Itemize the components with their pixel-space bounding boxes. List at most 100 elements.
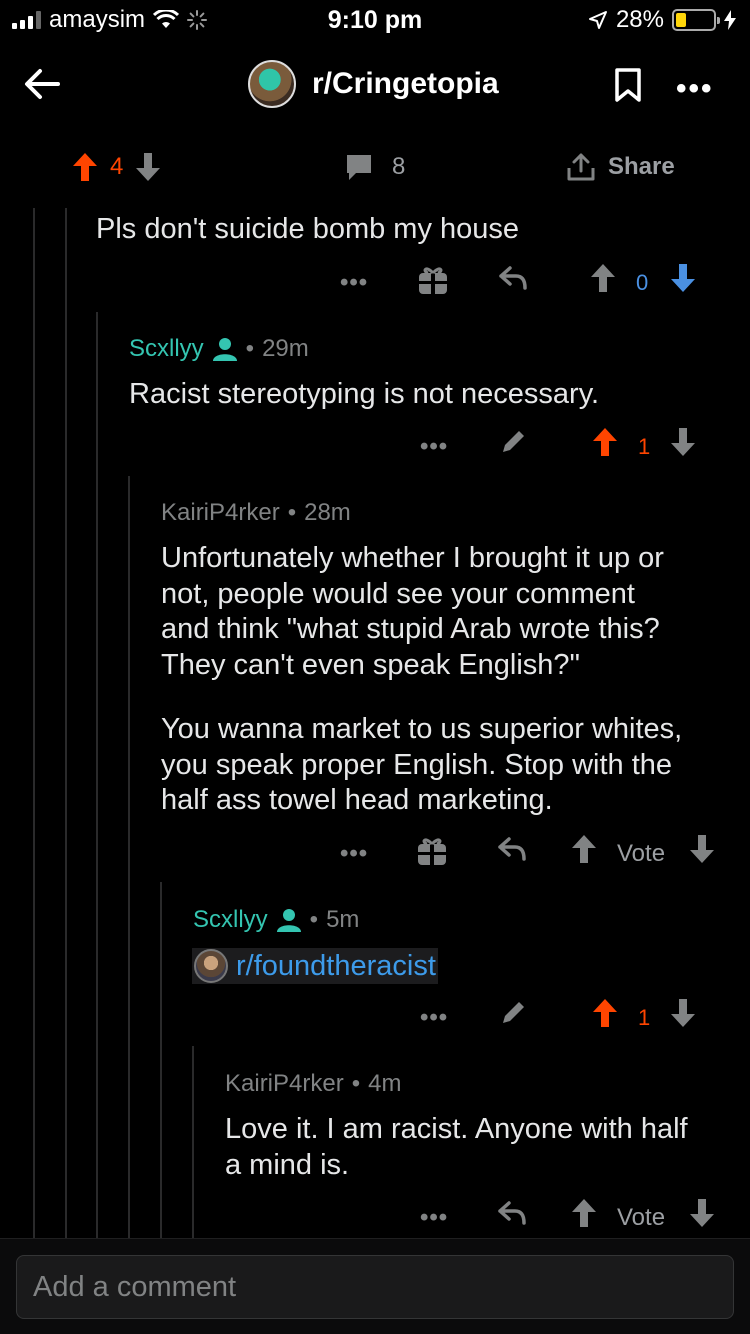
- comment-line: and think "what stupid Arab wrote this?: [161, 613, 660, 645]
- vote-label: Vote: [617, 1204, 666, 1231]
- comment-line: not, people would see your comment: [161, 577, 635, 610]
- meta-separator: •: [351, 1070, 361, 1097]
- meta-separator: •: [287, 499, 297, 526]
- reply-icon[interactable]: [498, 263, 528, 293]
- upvote-arrow-icon[interactable]: [72, 152, 98, 182]
- reply-icon[interactable]: [497, 1198, 527, 1228]
- gift-icon[interactable]: [417, 834, 447, 866]
- status-right: 28%: [588, 6, 736, 34]
- share-button[interactable]: Share: [566, 152, 675, 182]
- charging-bolt-icon: [724, 10, 736, 30]
- more-dots-icon[interactable]: •••: [420, 1004, 448, 1032]
- post-vote-group: 4: [72, 152, 161, 182]
- subreddit-name[interactable]: r/Cringetopia: [312, 67, 499, 101]
- comment-time: 5m: [326, 906, 360, 933]
- subreddit-link[interactable]: r/foundtheracist: [192, 948, 438, 984]
- more-dots-icon[interactable]: •••: [420, 1204, 448, 1232]
- comment-body: Unfortunately whether I brought it up or…: [161, 541, 664, 683]
- comment-actions: ••• Vote: [420, 1198, 720, 1238]
- comment-time: 4m: [368, 1070, 402, 1097]
- back-arrow-icon[interactable]: [20, 62, 64, 106]
- comment-author[interactable]: KairiP4rker: [161, 499, 280, 527]
- top-nav-bar: r/Cringetopia •••: [0, 50, 750, 120]
- post-action-bar: 4 8 Share: [0, 140, 750, 196]
- downvote-arrow-icon[interactable]: [670, 427, 696, 457]
- comment-line: You wanna market to us superior whites,: [161, 713, 683, 745]
- comment-meta: Scxllyy • 29m: [129, 335, 309, 363]
- gift-icon[interactable]: [418, 263, 448, 295]
- comment-meta: KairiP4rker • 4m: [225, 1070, 401, 1098]
- battery-icon: [672, 9, 720, 31]
- share-label: Share: [608, 153, 675, 180]
- add-comment-input[interactable]: [16, 1255, 734, 1319]
- subreddit-link-text[interactable]: r/foundtheracist: [236, 950, 436, 983]
- op-person-icon: [212, 338, 237, 361]
- comment-score: 0: [636, 270, 649, 295]
- post-score: 4: [110, 153, 124, 180]
- comment-actions: ••• 1: [420, 427, 710, 467]
- comment-score: 1: [638, 1005, 651, 1030]
- location-arrow-icon: [588, 11, 607, 29]
- thread-line: [128, 476, 130, 1238]
- thread-line: [96, 312, 98, 1238]
- more-dots-icon[interactable]: •••: [420, 433, 448, 461]
- meta-separator: •: [245, 335, 255, 362]
- comment-meta: KairiP4rker • 28m: [161, 499, 351, 527]
- thread-line: [33, 208, 35, 1238]
- upvote-arrow-icon[interactable]: [592, 998, 618, 1028]
- comment-line: a mind is.: [225, 1148, 350, 1181]
- subreddit-avatar[interactable]: [248, 60, 296, 108]
- comment-author[interactable]: KairiP4rker: [225, 1070, 344, 1098]
- reply-icon[interactable]: [497, 834, 527, 864]
- battery-fill: [676, 13, 687, 27]
- comments-count: 8: [392, 153, 406, 180]
- bookmark-icon[interactable]: [614, 68, 642, 102]
- comment-body: Pls don't suicide bomb my house: [96, 213, 520, 245]
- share-icon: [567, 153, 595, 181]
- more-dots-icon[interactable]: •••: [340, 840, 368, 868]
- comment-line: you speak proper English. Stop with the: [161, 748, 673, 781]
- vote-label: Vote: [617, 840, 666, 867]
- comment-time: 29m: [262, 335, 309, 362]
- comment-actions: ••• 1: [420, 998, 710, 1038]
- comments-count-button[interactable]: 8: [344, 152, 405, 182]
- comment-body: Love it. I am racist. Anyone with half a…: [225, 1112, 688, 1183]
- edit-pencil-icon[interactable]: [500, 998, 528, 1026]
- comment-body: You wanna market to us superior whites, …: [161, 712, 682, 819]
- downvote-arrow-icon[interactable]: [670, 998, 696, 1028]
- meta-separator: •: [309, 906, 319, 933]
- comment-time: 28m: [304, 499, 351, 526]
- comment-line: Unfortunately whether I brought it up or: [161, 542, 664, 574]
- status-bar: amaysim 9:10 pm 28%: [0, 0, 750, 40]
- comment-line: half ass towel head marketing.: [161, 784, 553, 816]
- comment-score: 1: [638, 434, 651, 459]
- comment-author[interactable]: Scxllyy: [129, 335, 204, 363]
- edit-pencil-icon[interactable]: [500, 427, 528, 455]
- downvote-arrow-icon[interactable]: [135, 152, 161, 182]
- subreddit-link-avatar: [194, 949, 228, 983]
- thread-line: [192, 1046, 194, 1238]
- more-dots-icon[interactable]: •••: [340, 269, 368, 297]
- downvote-arrow-icon[interactable]: [689, 1198, 715, 1228]
- comment-meta: Scxllyy • 5m: [193, 906, 359, 934]
- downvote-arrow-icon[interactable]: [670, 263, 696, 293]
- thread-line: [65, 208, 67, 1238]
- upvote-arrow-icon[interactable]: [592, 427, 618, 457]
- battery-percent: 28%: [615, 6, 664, 33]
- subreddit-header[interactable]: r/Cringetopia: [248, 60, 499, 108]
- comment-line: They can't even speak English?": [161, 648, 580, 681]
- comment-bubble-icon: [347, 155, 371, 180]
- upvote-arrow-icon[interactable]: [590, 263, 616, 293]
- comment-body: Racist stereotyping is not necessary.: [129, 378, 600, 410]
- comment-compose-bar: [0, 1238, 750, 1334]
- comment-actions: ••• 0: [340, 263, 710, 303]
- upvote-arrow-icon[interactable]: [571, 834, 597, 864]
- comment-author[interactable]: Scxllyy: [193, 906, 268, 934]
- comment-line: Love it. I am racist. Anyone with half: [225, 1113, 688, 1145]
- upvote-arrow-icon[interactable]: [571, 1198, 597, 1228]
- op-person-icon: [276, 909, 301, 932]
- more-options-icon[interactable]: •••: [676, 72, 714, 106]
- thread-line: [160, 882, 162, 1238]
- comment-actions: ••• Vote: [340, 834, 720, 874]
- downvote-arrow-icon[interactable]: [689, 834, 715, 864]
